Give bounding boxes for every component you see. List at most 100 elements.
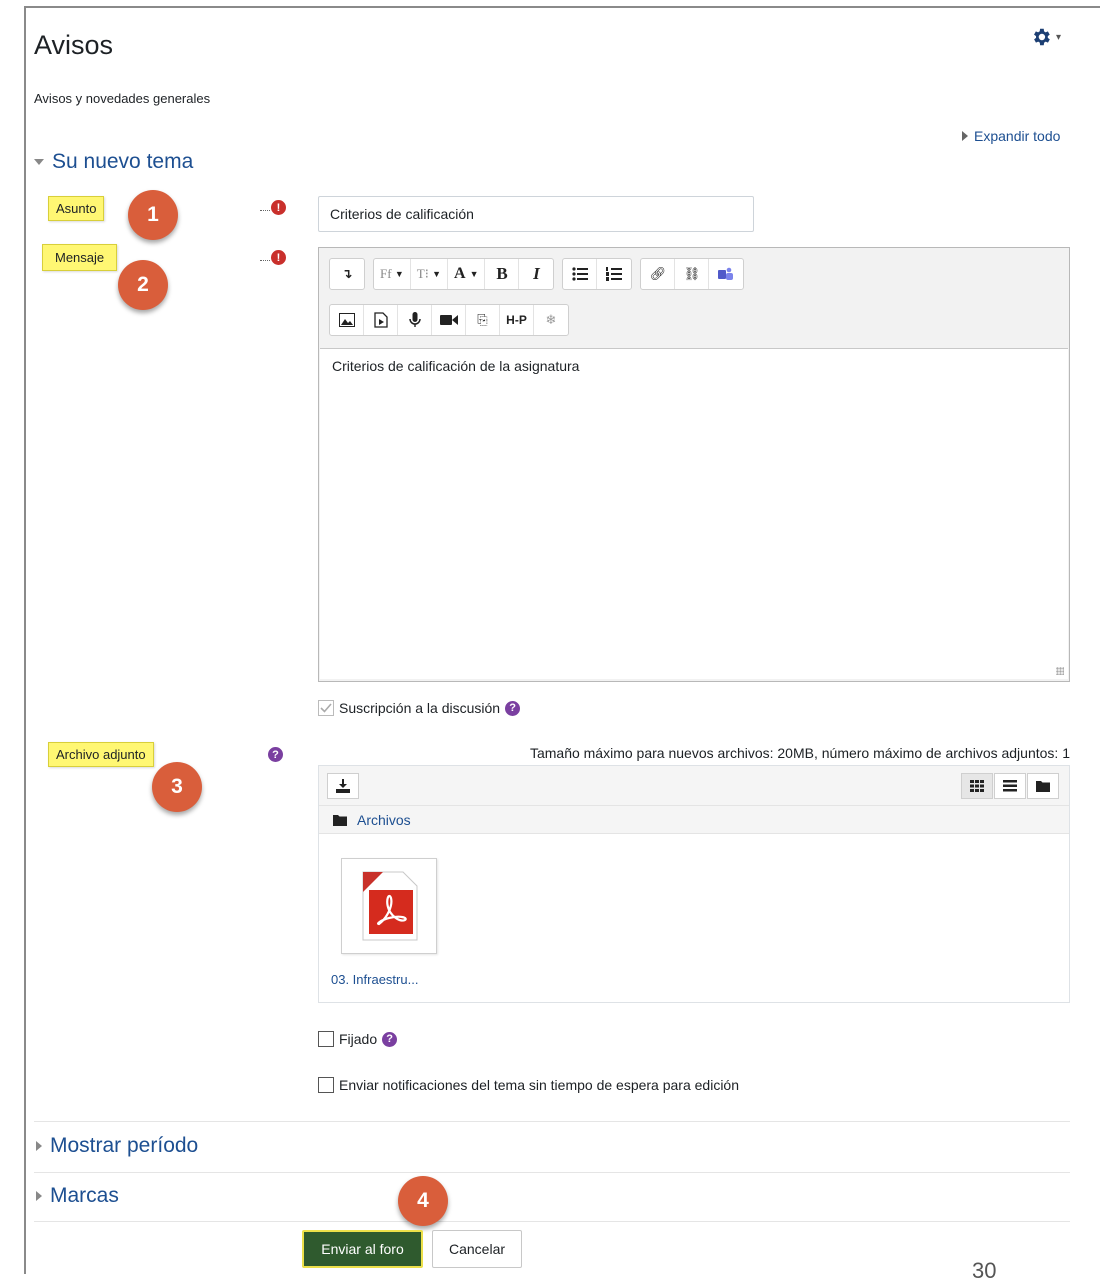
caret-right-icon — [36, 1191, 42, 1201]
toolbar-group — [562, 258, 633, 290]
step-badge-3: 3 — [152, 762, 202, 812]
pinned-label: Fijado — [339, 1031, 378, 1047]
caret-right-icon — [36, 1141, 42, 1151]
media-icon[interactable] — [364, 305, 398, 335]
section-tags-title: Marcas — [50, 1184, 119, 1207]
file-name[interactable]: 03. Infraestru... — [331, 972, 418, 987]
ordered-list-icon[interactable] — [597, 259, 631, 289]
question-icon[interactable]: ? — [268, 747, 283, 762]
font-family-icon[interactable]: Ff ▼ — [374, 259, 411, 289]
question-icon[interactable]: ? — [382, 1031, 398, 1047]
subscription-checkbox[interactable] — [318, 700, 334, 716]
message-editor: ↴ Ff ▼ T ⁝ ▼ A ▼ B I 🔗︎ ⛓︎ ⎘ H-P ❄ Crite… — [318, 247, 1070, 682]
forum-description: Avisos y novedades generales — [34, 91, 211, 106]
page-title: Avisos — [34, 30, 114, 60]
notify-label: Enviar notificaciones del tema sin tiemp… — [339, 1077, 740, 1093]
toolbar-group: 🔗︎ ⛓︎ — [640, 258, 745, 290]
section-display-period-title: Mostrar período — [50, 1134, 199, 1157]
exclamation-icon: ! — [271, 200, 286, 215]
font-family-label: Ff — [380, 266, 392, 281]
required-indicator: ! — [260, 200, 286, 215]
teams-icon[interactable] — [709, 259, 743, 289]
cancel-button[interactable]: Cancelar — [432, 1230, 522, 1268]
exclamation-icon: ! — [271, 250, 286, 265]
divider — [34, 1172, 1070, 1173]
expand-all-label: Expandir todo — [974, 128, 1061, 144]
italic-label: I — [533, 264, 540, 283]
font-color-icon[interactable]: A ▼ — [448, 259, 486, 289]
section-new-topic-title: Su nuevo tema — [52, 150, 194, 173]
subject-label: Asunto — [48, 196, 105, 221]
resize-handle-icon[interactable] — [1056, 667, 1064, 675]
list-icon — [1003, 780, 1017, 792]
subscription-row: Suscripción a la discusión ? — [318, 700, 521, 716]
grid-icon — [970, 780, 984, 792]
record-audio-icon[interactable] — [398, 305, 432, 335]
submit-button[interactable]: Enviar al foro — [302, 1230, 423, 1268]
equation-icon[interactable]: ❄ — [534, 305, 568, 335]
file-manager-path: Archivos — [319, 806, 1069, 834]
unlink-icon[interactable]: ⛓︎ — [675, 259, 710, 289]
attachment-label: Archivo adjunto — [48, 742, 154, 767]
font-size-label: T — [416, 266, 425, 281]
section-new-topic-toggle[interactable]: Su nuevo tema — [34, 150, 193, 174]
caret-down-icon — [34, 159, 44, 165]
link-icon[interactable]: 🔗︎ — [641, 259, 676, 289]
divider — [34, 1221, 1070, 1222]
path-label[interactable]: Archivos — [357, 812, 411, 828]
toolbar-group: ↴ — [329, 258, 365, 290]
divider — [34, 1121, 1070, 1122]
gear-icon — [1034, 28, 1050, 46]
bold-label: B — [496, 264, 508, 283]
pinned-checkbox[interactable] — [318, 1031, 334, 1047]
attachment-limits: Tamaño máximo para nuevos archivos: 20MB… — [529, 745, 1070, 761]
manage-files-icon[interactable]: ⎘ — [466, 305, 500, 335]
check-icon — [320, 703, 332, 713]
pinned-row: Fijado ? — [318, 1031, 398, 1047]
folder-icon — [1036, 781, 1050, 792]
unordered-list-icon[interactable] — [563, 259, 598, 289]
record-video-icon[interactable] — [432, 305, 466, 335]
tree-view-button[interactable] — [1027, 773, 1059, 799]
folder-icon — [333, 814, 347, 826]
section-tags-toggle[interactable]: Marcas — [36, 1184, 119, 1208]
message-content: Criterios de calificación de la asignatu… — [332, 358, 580, 374]
caret-right-icon — [962, 131, 968, 141]
pdf-icon — [362, 871, 418, 941]
message-label: Mensaje — [42, 244, 118, 271]
image-icon[interactable] — [330, 305, 364, 335]
download-icon — [336, 779, 350, 793]
message-content-area[interactable]: Criterios de calificación de la asignatu… — [320, 348, 1068, 679]
list-view-button[interactable] — [994, 773, 1026, 799]
h5p-label: H-P — [506, 313, 527, 327]
step-badge-4: 4 — [398, 1176, 448, 1226]
file-manager-toolbar — [319, 766, 1069, 806]
notify-checkbox[interactable] — [318, 1077, 334, 1093]
settings-menu[interactable]: ▾ — [1030, 26, 1080, 48]
step-badge-2: 2 — [118, 260, 168, 310]
toolbar-group: ⎘ H-P ❄ — [329, 304, 569, 336]
question-icon[interactable]: ? — [505, 700, 521, 716]
editor-toolbar-row-2: ⎘ H-P ❄ — [329, 304, 569, 336]
notify-row: Enviar notificaciones del tema sin tiemp… — [318, 1077, 739, 1093]
grid-view-button[interactable] — [961, 773, 993, 799]
page-number: 30 — [972, 1258, 997, 1283]
toggle-toolbar-icon[interactable]: ↴ — [330, 259, 364, 289]
bold-icon[interactable]: B — [485, 259, 520, 289]
add-file-button[interactable] — [327, 773, 359, 799]
toolbar-group: Ff ▼ T ⁝ ▼ A ▼ B I — [373, 258, 555, 290]
file-manager: Archivos 03. Infraestru... — [318, 765, 1070, 1003]
h5p-icon[interactable]: H-P — [500, 305, 534, 335]
font-color-label: A — [454, 265, 466, 282]
editor-toolbar-row-1: ↴ Ff ▼ T ⁝ ▼ A ▼ B I 🔗︎ ⛓︎ — [329, 258, 745, 290]
subscription-label: Suscripción a la discusión — [339, 700, 501, 716]
required-indicator: ! — [260, 250, 286, 265]
caret-down-icon: ▾ — [1056, 31, 1062, 43]
section-display-period-toggle[interactable]: Mostrar período — [36, 1134, 198, 1158]
subject-input[interactable] — [318, 196, 754, 232]
expand-all-link[interactable]: Expandir todo — [962, 128, 1060, 144]
font-size-icon[interactable]: T ⁝ ▼ — [411, 259, 448, 289]
file-thumbnail[interactable] — [341, 858, 437, 954]
italic-icon[interactable]: I — [519, 259, 553, 289]
step-badge-1: 1 — [128, 190, 178, 240]
